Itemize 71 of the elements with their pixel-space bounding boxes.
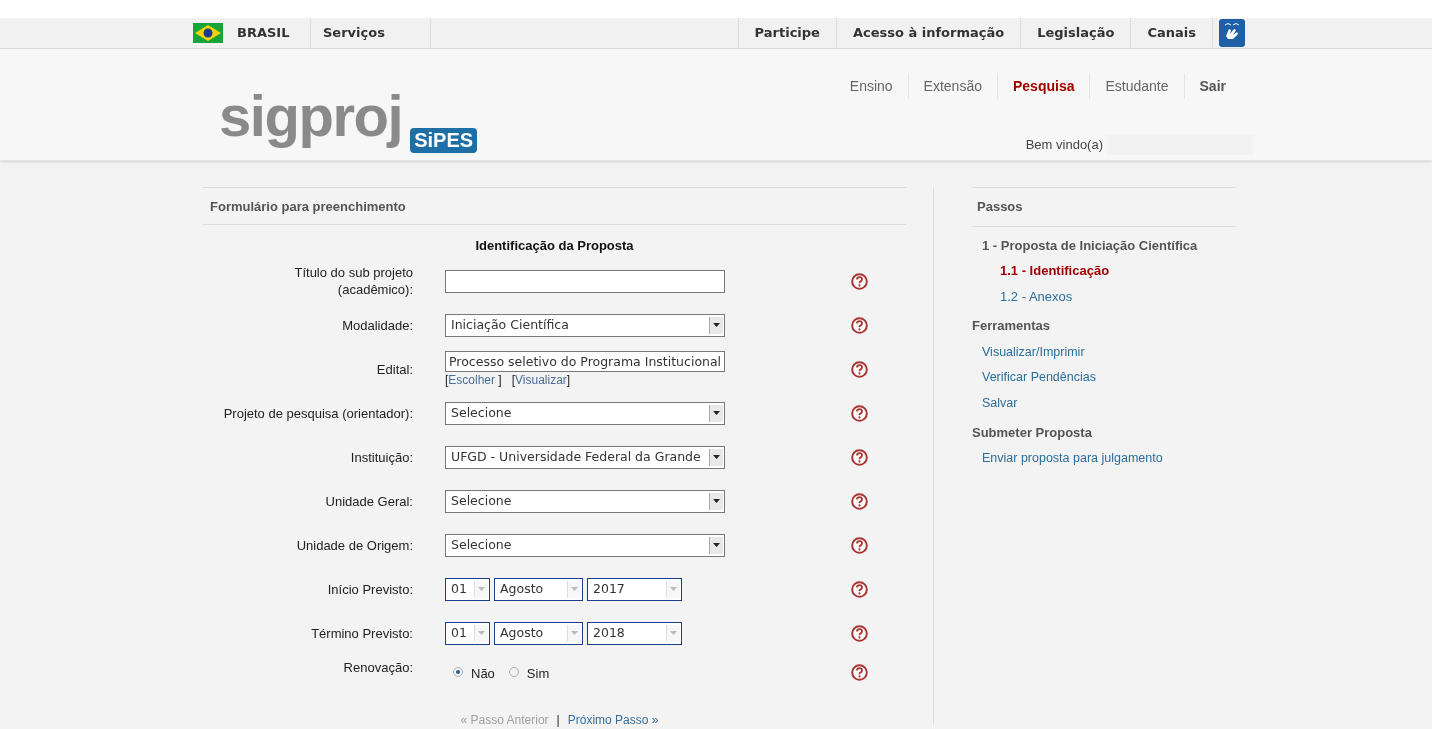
nav-link[interactable]: Estudante (1089, 73, 1184, 99)
nav-link[interactable]: Pesquisa (997, 73, 1090, 99)
help-icon[interactable] (851, 580, 868, 598)
help-icon[interactable] (851, 272, 868, 290)
field-label: Unidade de Origem: (296, 536, 413, 554)
bracket-text: [ (511, 371, 516, 388)
gov-link[interactable]: Acesso à informação (835, 18, 1021, 48)
gov-link[interactable]: Canais (1130, 18, 1212, 48)
field-label: Término Previsto: (311, 624, 413, 642)
sidebar-link[interactable]: Enviar proposta para julgamento (982, 449, 1163, 468)
month-select[interactable]: Agosto (494, 621, 583, 645)
field-label: Edital: (376, 360, 413, 378)
select-field[interactable]: Iniciação Científica (445, 313, 725, 337)
sidebar-link[interactable]: Salvar (982, 394, 1018, 413)
step-link[interactable]: 1.1 - Identificação (1000, 261, 1110, 281)
select-field[interactable]: Selecione (445, 533, 725, 557)
nav-link[interactable]: Ensino (834, 73, 908, 99)
nav-link[interactable]: Sair (1183, 73, 1241, 99)
field-label: Título do sub projeto (acadêmico): (293, 264, 413, 298)
day-select[interactable]: 01 (445, 577, 490, 601)
radio-label: Sim (526, 665, 550, 684)
help-icon[interactable] (851, 448, 868, 466)
month-select[interactable]: Agosto (494, 577, 583, 601)
link[interactable]: Escolher (448, 371, 496, 388)
help-icon[interactable] (851, 404, 868, 422)
step-heading: 1 - Proposta de Iniciação Científica (982, 237, 1198, 253)
link[interactable]: Visualizar (515, 371, 567, 388)
select-field[interactable]: Selecione (445, 401, 725, 425)
text-input-field[interactable] (445, 269, 725, 293)
bracket-text: ] (497, 371, 502, 388)
radio-button[interactable] (453, 667, 463, 677)
gov-link[interactable]: Legislação (1020, 18, 1131, 48)
bracket-text: [ (445, 371, 449, 388)
help-icon[interactable] (851, 536, 868, 554)
gov-link[interactable]: Serviços (311, 18, 431, 48)
year-select[interactable]: 2017 (587, 577, 682, 601)
gov-link[interactable]: BRASIL (181, 18, 311, 48)
group-heading: Ferramentas (972, 317, 1051, 335)
group-heading: Submeter Proposta (972, 423, 1092, 442)
next-step-link[interactable]: Próximo Passo » (567, 711, 659, 729)
sidebar-link[interactable]: Visualizar/Imprimir (982, 342, 1085, 362)
nav-link[interactable]: Extensão (907, 73, 997, 99)
field-label: Projeto de pesquisa (orientador): (223, 404, 413, 422)
flag-icon (193, 23, 223, 43)
help-icon[interactable] (851, 360, 868, 378)
section-title: Identificação da Proposta (475, 238, 634, 253)
field-label: Instituição: (350, 448, 413, 466)
help-icon[interactable] (851, 316, 868, 334)
gov-link[interactable]: Participe (737, 18, 836, 48)
year-select[interactable]: 2018 (587, 621, 682, 645)
sidebar-title: Passos (977, 199, 1023, 214)
separator-text: | (556, 712, 560, 729)
panel-title: Formulário para preenchimento (210, 199, 406, 214)
help-icon[interactable] (851, 624, 868, 642)
sipes-logo: SiPES (410, 128, 478, 153)
radio-label: Não (471, 665, 495, 684)
select-field[interactable]: UFGD - Universidade Federal da Grande (445, 445, 725, 469)
field-label: Início Previsto: (327, 580, 413, 598)
field-label: Modalidade: (342, 316, 413, 334)
welcome-text: Bem vindo(a) (1025, 136, 1103, 155)
help-icon[interactable] (851, 492, 868, 510)
edital-field[interactable]: Processo seletivo do Programa Institucional (445, 350, 725, 372)
sidebar-link[interactable]: Verificar Pendências (982, 368, 1096, 387)
step-link[interactable]: 1.2 - Anexos (1000, 286, 1073, 306)
field-label: Renovação: (343, 659, 413, 676)
select-field[interactable]: Selecione (445, 489, 725, 513)
radio-button[interactable] (508, 667, 519, 677)
bracket-text: ] (566, 371, 571, 388)
help-icon[interactable] (851, 663, 868, 681)
day-select[interactable]: 01 (445, 621, 490, 645)
field-label: Unidade Geral: (325, 492, 413, 510)
